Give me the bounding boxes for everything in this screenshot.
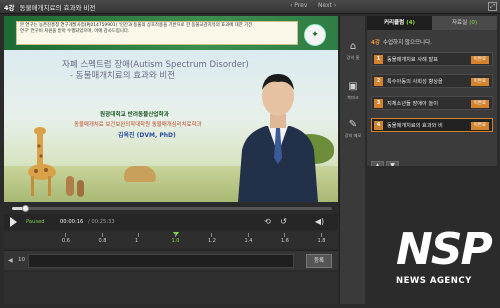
repeat-icon[interactable]: ⟲ [262,217,273,227]
volume-icon[interactable]: ◀) [314,217,325,227]
memo-input[interactable] [28,254,294,268]
tab-label: 커리큘럼 [383,20,405,26]
rewind-icon[interactable]: ↺ [278,217,289,227]
seek-bar[interactable] [4,203,338,213]
current-time: 00:00:16 [60,219,84,225]
panel-tabs: 커리큘럼 (4) 자료실 (0) [367,16,497,30]
current-episode-number: 4강 [371,40,380,46]
meerkat-illustration [66,176,74,196]
bookmark-icon: ▣ [348,81,358,92]
speed-option[interactable]: 1.0 [172,238,180,244]
prev-button[interactable]: ‹ Prev [290,2,307,9]
speed-option[interactable]: 0.6 [62,238,70,244]
status-badge: 미완료 [470,122,489,130]
list-item[interactable]: 4 동물매개치료의 효과와 비 미완료 [371,118,493,132]
meerkat-illustration [77,180,84,197]
lesson-title-text: 동물매개치료의 효과와 비전 [19,4,96,12]
home-icon: ⌂ [349,41,357,52]
speed-option[interactable]: 1.8 [318,238,326,244]
memo-icon: ✎ [348,119,358,130]
speed-option[interactable]: 1.4 [245,238,253,244]
sidebar-item-label: 강의 메모 [344,133,362,138]
speed-option[interactable]: 1.2 [208,238,216,244]
notice-line-2: 연구' 연구비 지원을 받아 수행되었으며, 이에 감사드립니다. [20,28,130,34]
speed-tick [211,233,212,237]
memo-submit-button[interactable]: 등록 [306,254,332,268]
sidebar-item-bookmark[interactable]: ▣ 북마크 [340,78,366,108]
lecture-title: 동물매개치료의 효과와 비 [387,123,443,129]
arrow-left-icon[interactable]: ◀ [8,257,13,264]
status-badge: 미완료 [470,78,489,86]
next-button[interactable]: Next › [318,2,336,9]
lecture-title: 특수아동의 사회성 향상을 [387,79,443,85]
tab-label: 자료실 [452,20,468,26]
seek-handle[interactable] [21,205,29,212]
status-badge: 미완료 [470,100,489,108]
status-badge: 미완료 [470,56,489,64]
tab-count: (4) [406,20,416,26]
duration: / 00:25:33 [88,219,115,225]
lecture-number: 3 [374,99,383,108]
speed-option[interactable]: 0.8 [99,238,107,244]
playback-state: Paused [26,219,45,225]
memo-index: 10 [18,257,25,263]
sidebar-item-memo[interactable]: ✎ 강의 메모 [340,116,366,146]
lecture-number: 1 [374,55,383,64]
play-icon[interactable] [10,217,17,227]
institution-text: 원광대학교 반려동물산업학과 [100,112,169,118]
tab-count: (0) [469,20,477,26]
agency-name: NEWS AGENCY [396,276,472,286]
speed-tick [101,233,103,237]
sidebar-item-label: 북마크 [347,95,359,100]
sidebar-item-label: 강의 홈 [346,55,360,60]
speed-option[interactable]: 1.6 [281,238,289,244]
speed-tick [320,233,322,237]
list-item[interactable]: 1 동물매개치료 사례 발표 미완료 [371,52,493,66]
player-controls: Paused 00:00:16 / 00:25:33 ⟲ ↺ ◀) [4,214,338,230]
current-episode-text: 수업하지 않으므니다. [382,40,432,46]
sidebar-item-home[interactable]: ⌂ 강의 홈 [340,38,366,68]
presenter-figure [238,74,318,202]
news-agency-watermark: NSP NEWS AGENCY [396,228,496,294]
department-text: 동물매개치료 보건보완의학대학원 동물매개심리치료학과 [74,122,202,128]
nsp-logo: NSP [396,224,493,275]
speaker-name: 김옥진 (DVM, PhD) [118,132,176,139]
lecture-number: 4 [374,121,383,130]
memo-bar: ◀ 10 등록 [4,250,338,270]
lion-illustration [124,166,156,182]
lecture-title: 동물매개치료 사례 발표 [387,57,439,63]
video-frame[interactable]: 본 연구는 농촌진흥청 연구개발사업(PJ014759901) '인간과 동물의… [4,16,338,202]
lecture-number: 2 [374,77,383,86]
seek-track[interactable] [12,205,332,212]
tab-materials[interactable]: 자료실 (0) [432,16,497,30]
giraffe-illustration [28,127,56,196]
lecture-title: 지체소년들 장애아 놀이 [387,101,439,107]
university-logo-icon: ✦ [304,24,326,46]
lesson-number: 4강 [4,4,15,12]
speed-selector[interactable]: 0.60.811.01.21.41.61.82.0 [4,232,362,248]
speed-marker [172,232,179,236]
speed-tick [174,233,176,237]
tab-curriculum[interactable]: 커리큘럼 (4) [367,16,432,30]
speed-tick [284,233,285,237]
side-toolbar: ⌂ 강의 홈 ▣ 북마크 ✎ 강의 메모 [339,16,365,304]
current-episode: 4강 수업하지 않으므니다. [371,38,432,46]
player-footer [4,272,338,304]
slide-subtitle: - 동물매개치료의 효과와 비전 [70,71,176,81]
top-bar: 4강 동물매개치료의 효과와 비전 ‹ Prev Next › ⤢ [0,0,500,14]
speed-option[interactable]: 1 [135,238,138,244]
lesson-title: 4강 동물매개치료의 효과와 비전 [4,2,96,12]
speed-tick [138,233,139,237]
list-item[interactable]: 2 특수아동의 사회성 향상을 미완료 [371,74,493,88]
funding-notice: 본 연구는 농촌진흥청 연구개발사업(PJ014759901) '인간과 동물의… [16,21,298,45]
speed-tick [247,233,249,237]
fullscreen-icon[interactable]: ⤢ [488,2,497,11]
speed-tick [65,233,66,237]
list-item[interactable]: 3 지체소년들 장애아 놀이 미완료 [371,96,493,110]
